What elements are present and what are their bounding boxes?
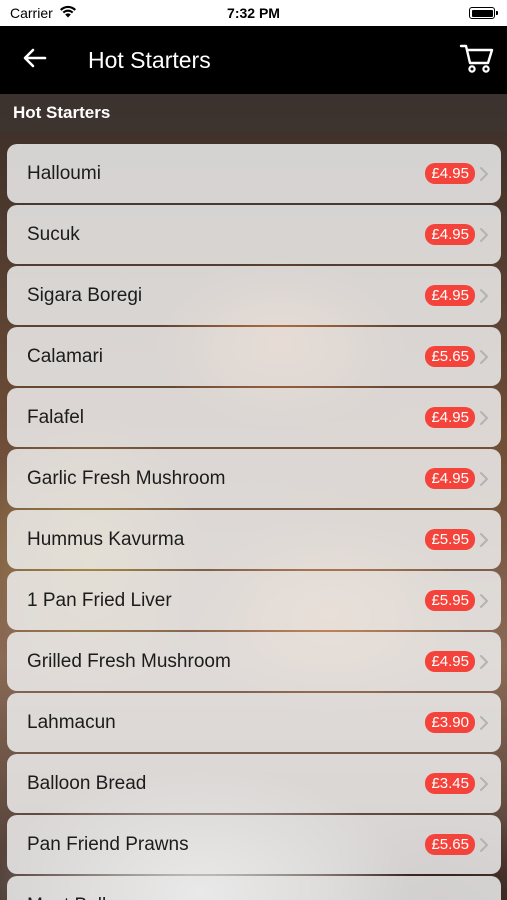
chevron-right-icon bbox=[479, 593, 489, 609]
price-badge: £4.95 bbox=[425, 468, 475, 489]
menu-item-name: Halloumi bbox=[27, 162, 101, 184]
menu-item-name: Garlic Fresh Mushroom bbox=[27, 467, 226, 489]
menu-item-name: Sucuk bbox=[27, 223, 80, 245]
chevron-right-icon bbox=[479, 654, 489, 670]
menu-item-row[interactable]: Hummus Kavurma £5.95 bbox=[7, 510, 501, 569]
price-badge: £4.95 bbox=[425, 224, 475, 245]
page-title: Hot Starters bbox=[88, 46, 211, 73]
status-left: Carrier bbox=[10, 5, 77, 21]
menu-item-name: Calamari bbox=[27, 345, 104, 367]
chevron-right-icon bbox=[479, 166, 489, 182]
menu-item-row[interactable]: Halloumi £4.95 bbox=[7, 144, 501, 203]
menu-item-row[interactable]: Balloon Bread £3.45 bbox=[7, 754, 501, 813]
menu-item-name: Grilled Fresh Mushroom bbox=[27, 650, 231, 672]
carrier-label: Carrier bbox=[10, 5, 53, 21]
chevron-right-icon bbox=[479, 532, 489, 548]
menu-item-name: Sigara Boregi bbox=[27, 284, 143, 306]
price-badge: £3.90 bbox=[425, 712, 475, 733]
chevron-right-icon bbox=[479, 288, 489, 304]
chevron-right-icon bbox=[479, 349, 489, 365]
section-header: Hot Starters bbox=[0, 94, 507, 132]
price-badge: £4.95 bbox=[425, 285, 475, 306]
wifi-icon bbox=[59, 5, 77, 21]
price-badge: £4.95 bbox=[425, 651, 475, 672]
back-button[interactable] bbox=[0, 26, 70, 94]
menu-item-row[interactable]: Pan Friend Prawns £5.65 bbox=[7, 815, 501, 874]
menu-item-name: Falafel bbox=[27, 406, 85, 428]
status-bar: Carrier 7:32 PM bbox=[0, 0, 507, 26]
price-badge: £5.95 bbox=[425, 529, 475, 550]
chevron-right-icon bbox=[479, 837, 489, 853]
price-badge: £5.95 bbox=[425, 590, 475, 611]
nav-bar: Hot Starters bbox=[0, 26, 507, 94]
menu-item-name: Balloon Bread bbox=[27, 772, 147, 794]
price-badge: £5.65 bbox=[425, 346, 475, 367]
price-badge: £4.95 bbox=[425, 407, 475, 428]
menu-item-row[interactable]: 1 Pan Fried Liver £5.95 bbox=[7, 571, 501, 630]
battery-icon bbox=[469, 7, 498, 19]
menu-item-row[interactable]: Sucuk £4.95 bbox=[7, 205, 501, 264]
cart-button[interactable] bbox=[447, 26, 507, 94]
chevron-right-icon bbox=[479, 776, 489, 792]
menu-item-row[interactable]: Meat Balls bbox=[7, 876, 501, 900]
menu-item-row[interactable]: Lahmacun £3.90 bbox=[7, 693, 501, 752]
menu-item-name: 1 Pan Fried Liver bbox=[27, 589, 172, 611]
chevron-right-icon bbox=[479, 227, 489, 243]
chevron-right-icon bbox=[479, 410, 489, 426]
menu-item-name: Meat Balls bbox=[27, 895, 489, 900]
menu-item-name: Hummus Kavurma bbox=[27, 528, 185, 550]
price-badge: £3.45 bbox=[425, 773, 475, 794]
menu-item-row[interactable]: Calamari £5.65 bbox=[7, 327, 501, 386]
menu-item-row[interactable]: Falafel £4.95 bbox=[7, 388, 501, 447]
menu-item-row[interactable]: Sigara Boregi £4.95 bbox=[7, 266, 501, 325]
menu-item-name: Pan Friend Prawns bbox=[27, 833, 189, 855]
menu-item-row[interactable]: Garlic Fresh Mushroom £4.95 bbox=[7, 449, 501, 508]
chevron-right-icon bbox=[479, 471, 489, 487]
cart-icon bbox=[459, 42, 495, 79]
menu-list: Halloumi £4.95 Sucuk £4.95 Sigara Boregi £4.9… bbox=[7, 144, 501, 900]
menu-item-name: Lahmacun bbox=[27, 711, 116, 733]
menu-item-row[interactable]: Grilled Fresh Mushroom £4.95 bbox=[7, 632, 501, 691]
chevron-right-icon bbox=[479, 715, 489, 731]
price-badge: £4.95 bbox=[425, 163, 475, 184]
price-badge: £5.65 bbox=[425, 834, 475, 855]
back-arrow-icon bbox=[23, 48, 47, 73]
